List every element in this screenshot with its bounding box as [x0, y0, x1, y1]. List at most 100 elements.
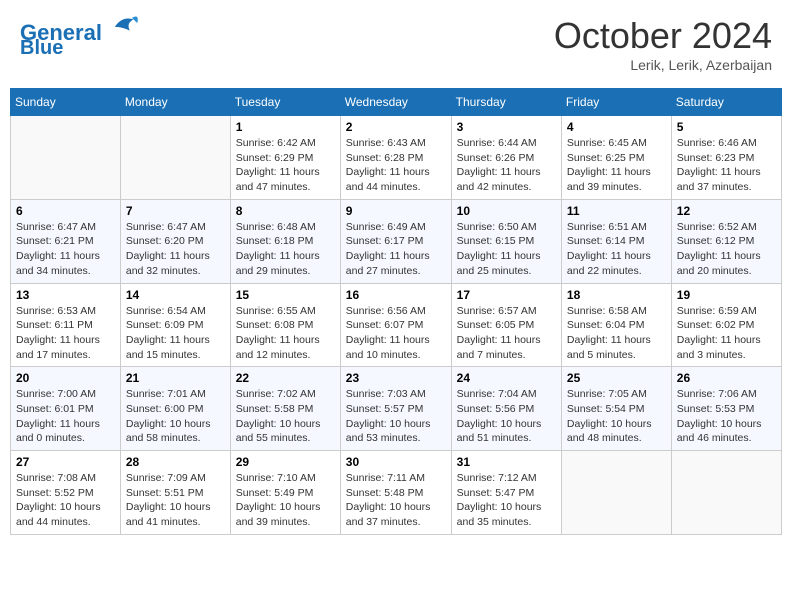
day-info: Sunrise: 7:06 AM Sunset: 5:53 PM Dayligh…	[677, 387, 776, 446]
calendar-cell: 22Sunrise: 7:02 AM Sunset: 5:58 PM Dayli…	[230, 367, 340, 451]
day-number: 22	[236, 371, 335, 385]
day-number: 7	[126, 204, 225, 218]
day-number: 25	[567, 371, 666, 385]
day-info: Sunrise: 7:11 AM Sunset: 5:48 PM Dayligh…	[346, 471, 446, 530]
day-info: Sunrise: 6:59 AM Sunset: 6:02 PM Dayligh…	[677, 304, 776, 363]
day-number: 20	[16, 371, 115, 385]
day-number: 19	[677, 288, 776, 302]
day-number: 24	[457, 371, 556, 385]
calendar-cell	[561, 451, 671, 535]
calendar-cell: 30 Sunrise: 7:11 AM Sunset: 5:48 PM Dayli…	[340, 451, 451, 535]
calendar-cell: 26 Sunrise: 7:06 AM Sunset: 5:53 PM Dayli…	[671, 367, 781, 451]
weekday-header-sunday: Sunday	[11, 89, 121, 116]
day-info: Sunrise: 6:55 AM Sunset: 6:08 PM Dayligh…	[236, 304, 335, 363]
day-info: Sunrise: 7:03 AM Sunset: 5:57 PM Dayligh…	[346, 387, 446, 446]
calendar-cell: 8 Sunrise: 6:48 AM Sunset: 6:18 PM Daylig…	[230, 199, 340, 283]
day-info: Sunrise: 7:05 AM Sunset: 5:54 PM Dayligh…	[567, 387, 666, 446]
day-info: Sunrise: 7:10 AM Sunset: 5:49 PM Dayligh…	[236, 471, 335, 530]
logo-bird-icon	[111, 10, 141, 40]
day-info: Sunrise: 6:44 AM Sunset: 6:26 PM Dayligh…	[457, 136, 556, 195]
calendar-cell: 13 Sunrise: 6:53 AM Sunset: 6:11 PM Dayli…	[11, 283, 121, 367]
day-number: 30	[346, 455, 446, 469]
day-number: 28	[126, 455, 225, 469]
calendar-week-row: 13 Sunrise: 6:53 AM Sunset: 6:11 PM Dayli…	[11, 283, 782, 367]
day-number: 26	[677, 371, 776, 385]
page-header: General Blue October 2024 Lerik, Lerik, …	[10, 10, 782, 78]
day-number: 10	[457, 204, 556, 218]
calendar-cell: 19 Sunrise: 6:59 AM Sunset: 6:02 PM Dayli…	[671, 283, 781, 367]
weekday-header-monday: Monday	[120, 89, 230, 116]
month-title: October 2024	[554, 15, 772, 57]
day-info: Sunrise: 7:01 AM Sunset: 6:00 PM Dayligh…	[126, 387, 225, 446]
day-info: Sunrise: 7:08 AM Sunset: 5:52 PM Dayligh…	[16, 471, 115, 530]
day-info: Sunrise: 6:52 AM Sunset: 6:12 PM Dayligh…	[677, 220, 776, 279]
day-info: Sunrise: 6:57 AM Sunset: 6:05 PM Dayligh…	[457, 304, 556, 363]
logo: General Blue	[20, 15, 141, 59]
day-info: Sunrise: 7:00 AM Sunset: 6:01 PM Dayligh…	[16, 387, 115, 446]
day-number: 12	[677, 204, 776, 218]
calendar-cell: 9 Sunrise: 6:49 AM Sunset: 6:17 PM Daylig…	[340, 199, 451, 283]
day-number: 27	[16, 455, 115, 469]
day-number: 14	[126, 288, 225, 302]
day-info: Sunrise: 6:49 AM Sunset: 6:17 PM Dayligh…	[346, 220, 446, 279]
title-block: October 2024 Lerik, Lerik, Azerbaijan	[554, 15, 772, 73]
day-info: Sunrise: 7:04 AM Sunset: 5:56 PM Dayligh…	[457, 387, 556, 446]
day-info: Sunrise: 6:46 AM Sunset: 6:23 PM Dayligh…	[677, 136, 776, 195]
weekday-header-friday: Friday	[561, 89, 671, 116]
day-number: 8	[236, 204, 335, 218]
calendar-cell: 17 Sunrise: 6:57 AM Sunset: 6:05 PM Dayli…	[451, 283, 561, 367]
calendar-cell: 10 Sunrise: 6:50 AM Sunset: 6:15 PM Dayli…	[451, 199, 561, 283]
day-number: 31	[457, 455, 556, 469]
calendar-week-row: 20 Sunrise: 7:00 AM Sunset: 6:01 PM Dayli…	[11, 367, 782, 451]
day-number: 13	[16, 288, 115, 302]
day-info: Sunrise: 6:50 AM Sunset: 6:15 PM Dayligh…	[457, 220, 556, 279]
calendar-cell: 6 Sunrise: 6:47 AM Sunset: 6:21 PM Daylig…	[11, 199, 121, 283]
calendar-cell: 20 Sunrise: 7:00 AM Sunset: 6:01 PM Dayli…	[11, 367, 121, 451]
calendar-cell: 11Sunrise: 6:51 AM Sunset: 6:14 PM Dayli…	[561, 199, 671, 283]
day-number: 3	[457, 120, 556, 134]
day-number: 6	[16, 204, 115, 218]
calendar-cell: 15Sunrise: 6:55 AM Sunset: 6:08 PM Dayli…	[230, 283, 340, 367]
calendar-cell: 29 Sunrise: 7:10 AM Sunset: 5:49 PM Dayli…	[230, 451, 340, 535]
calendar-header-row: SundayMondayTuesdayWednesdayThursdayFrid…	[11, 89, 782, 116]
calendar-cell: 3 Sunrise: 6:44 AM Sunset: 6:26 PM Daylig…	[451, 116, 561, 200]
day-number: 23	[346, 371, 446, 385]
calendar-week-row: 27 Sunrise: 7:08 AM Sunset: 5:52 PM Dayli…	[11, 451, 782, 535]
calendar-cell: 1Sunrise: 6:42 AM Sunset: 6:29 PM Daylig…	[230, 116, 340, 200]
day-info: Sunrise: 6:53 AM Sunset: 6:11 PM Dayligh…	[16, 304, 115, 363]
calendar-cell: 28Sunrise: 7:09 AM Sunset: 5:51 PM Dayli…	[120, 451, 230, 535]
calendar-week-row: 1Sunrise: 6:42 AM Sunset: 6:29 PM Daylig…	[11, 116, 782, 200]
weekday-header-saturday: Saturday	[671, 89, 781, 116]
day-info: Sunrise: 6:58 AM Sunset: 6:04 PM Dayligh…	[567, 304, 666, 363]
calendar-cell: 7 Sunrise: 6:47 AM Sunset: 6:20 PM Daylig…	[120, 199, 230, 283]
calendar-cell: 2 Sunrise: 6:43 AM Sunset: 6:28 PM Daylig…	[340, 116, 451, 200]
day-info: Sunrise: 6:45 AM Sunset: 6:25 PM Dayligh…	[567, 136, 666, 195]
weekday-header-thursday: Thursday	[451, 89, 561, 116]
calendar-week-row: 6 Sunrise: 6:47 AM Sunset: 6:21 PM Daylig…	[11, 199, 782, 283]
weekday-header-wednesday: Wednesday	[340, 89, 451, 116]
calendar-cell: 12 Sunrise: 6:52 AM Sunset: 6:12 PM Dayli…	[671, 199, 781, 283]
logo-blue: Blue	[20, 37, 63, 59]
day-number: 9	[346, 204, 446, 218]
location-subtitle: Lerik, Lerik, Azerbaijan	[554, 57, 772, 73]
day-number: 2	[346, 120, 446, 134]
calendar-cell: 5Sunrise: 6:46 AM Sunset: 6:23 PM Daylig…	[671, 116, 781, 200]
day-info: Sunrise: 6:47 AM Sunset: 6:21 PM Dayligh…	[16, 220, 115, 279]
weekday-header-tuesday: Tuesday	[230, 89, 340, 116]
calendar-cell: 31Sunrise: 7:12 AM Sunset: 5:47 PM Dayli…	[451, 451, 561, 535]
calendar-cell: 18 Sunrise: 6:58 AM Sunset: 6:04 PM Dayli…	[561, 283, 671, 367]
day-number: 29	[236, 455, 335, 469]
calendar-cell: 21Sunrise: 7:01 AM Sunset: 6:00 PM Dayli…	[120, 367, 230, 451]
day-number: 17	[457, 288, 556, 302]
day-info: Sunrise: 6:43 AM Sunset: 6:28 PM Dayligh…	[346, 136, 446, 195]
calendar-cell	[11, 116, 121, 200]
day-number: 11	[567, 204, 666, 218]
calendar-cell: 16Sunrise: 6:56 AM Sunset: 6:07 PM Dayli…	[340, 283, 451, 367]
calendar-cell: 27 Sunrise: 7:08 AM Sunset: 5:52 PM Dayli…	[11, 451, 121, 535]
day-info: Sunrise: 6:56 AM Sunset: 6:07 PM Dayligh…	[346, 304, 446, 363]
day-info: Sunrise: 6:48 AM Sunset: 6:18 PM Dayligh…	[236, 220, 335, 279]
day-number: 18	[567, 288, 666, 302]
day-info: Sunrise: 6:47 AM Sunset: 6:20 PM Dayligh…	[126, 220, 225, 279]
calendar-cell: 23 Sunrise: 7:03 AM Sunset: 5:57 PM Dayli…	[340, 367, 451, 451]
calendar-cell	[671, 451, 781, 535]
